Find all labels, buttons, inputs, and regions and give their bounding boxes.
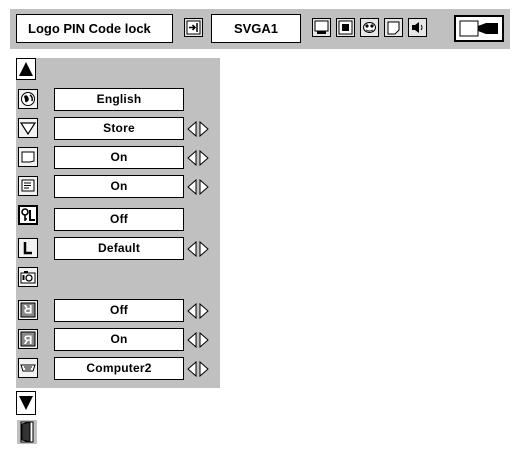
terminal-value[interactable]: Computer2 bbox=[54, 357, 184, 380]
keystone-value[interactable]: Store bbox=[54, 117, 184, 140]
capture-camera-icon[interactable] bbox=[18, 267, 38, 287]
terminal-adjust-arrows[interactable] bbox=[186, 360, 210, 378]
ceiling-icon[interactable]: R bbox=[18, 300, 38, 320]
top-menu-bar: Logo PIN Code lock SVGA1 bbox=[10, 9, 510, 49]
source-mode-label: SVGA1 bbox=[211, 14, 301, 43]
rear-adjust-arrows[interactable] bbox=[186, 331, 210, 349]
setting-icon[interactable] bbox=[454, 15, 504, 42]
ceiling-adjust-arrows[interactable] bbox=[186, 302, 210, 320]
triangle-up-icon[interactable] bbox=[16, 58, 36, 80]
display-adjust-arrows[interactable] bbox=[186, 178, 210, 196]
keystone-adjust-arrows[interactable] bbox=[186, 120, 210, 138]
terminal-icon[interactable] bbox=[18, 358, 38, 378]
rear-icon[interactable]: R bbox=[18, 329, 38, 349]
sound-icon[interactable] bbox=[408, 18, 427, 37]
svg-text:R: R bbox=[23, 302, 32, 316]
blue-back-adjust-arrows[interactable] bbox=[186, 149, 210, 167]
rear-value[interactable]: On bbox=[54, 328, 184, 351]
triangle-down-icon[interactable] bbox=[16, 391, 36, 415]
logo-pin-lock-icon[interactable] bbox=[18, 205, 38, 225]
blue-back-value[interactable]: On bbox=[54, 146, 184, 169]
image-select-icon[interactable] bbox=[336, 18, 355, 37]
menu-title: Logo PIN Code lock bbox=[16, 14, 173, 43]
keystone-icon[interactable] bbox=[18, 118, 38, 138]
input-icon[interactable] bbox=[184, 18, 203, 37]
pc-adjust-icon[interactable] bbox=[312, 18, 331, 37]
logo-value[interactable]: Default bbox=[54, 237, 184, 260]
logo-adjust-arrows[interactable] bbox=[186, 240, 210, 258]
display-icon[interactable] bbox=[18, 176, 38, 196]
svg-text:R: R bbox=[23, 333, 32, 347]
logo-icon[interactable] bbox=[18, 238, 38, 258]
blue-back-icon[interactable] bbox=[18, 147, 38, 167]
language-globe-icon[interactable] bbox=[18, 89, 38, 109]
display-value[interactable]: On bbox=[54, 175, 184, 198]
exit-door-icon[interactable] bbox=[17, 420, 37, 444]
image-adjust-icon[interactable] bbox=[360, 18, 379, 37]
logo-pin-lock-value[interactable]: Off bbox=[54, 208, 184, 231]
screen-icon[interactable] bbox=[384, 18, 403, 37]
ceiling-value[interactable]: Off bbox=[54, 299, 184, 322]
language-value[interactable]: English bbox=[54, 88, 184, 111]
